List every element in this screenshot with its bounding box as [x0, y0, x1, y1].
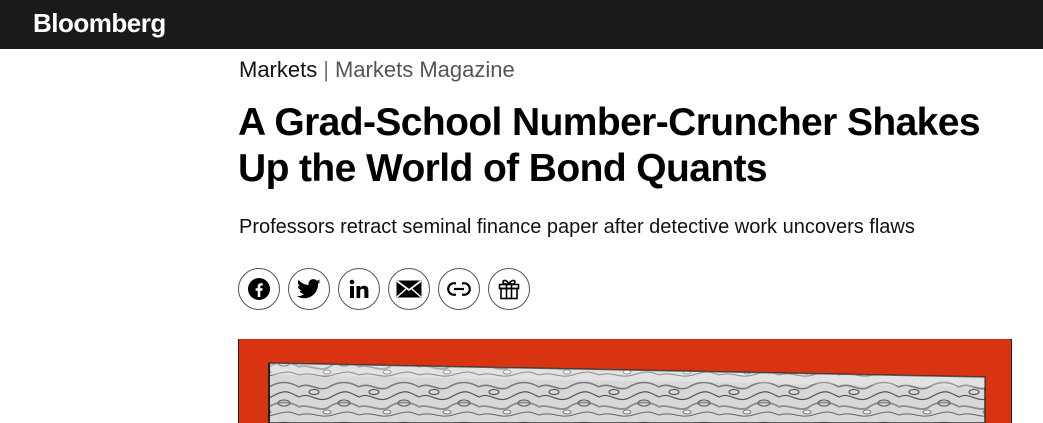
- top-navigation-bar: Bloomberg: [0, 0, 1043, 49]
- share-buttons-row: [238, 268, 530, 310]
- breadcrumb: Markets | Markets Magazine: [239, 57, 515, 83]
- twitter-icon: [297, 278, 321, 300]
- breadcrumb-markets-link[interactable]: Markets: [239, 57, 317, 82]
- share-linkedin-button[interactable]: [338, 268, 380, 310]
- marbled-bar-illustration: [268, 362, 986, 423]
- hero-image: [238, 339, 1012, 423]
- copy-link-button[interactable]: [438, 268, 480, 310]
- breadcrumb-separator: |: [323, 57, 329, 82]
- article-deck: Professors retract seminal finance paper…: [239, 216, 915, 238]
- linkedin-icon: [349, 279, 369, 299]
- article-headline: A Grad-School Number-Cruncher Shakes Up …: [238, 101, 981, 190]
- share-twitter-button[interactable]: [288, 268, 330, 310]
- bloomberg-logo[interactable]: Bloomberg: [33, 8, 166, 38]
- share-facebook-button[interactable]: [238, 268, 280, 310]
- email-icon: [396, 280, 422, 298]
- breadcrumb-markets-magazine-link[interactable]: Markets Magazine: [335, 57, 515, 82]
- share-email-button[interactable]: [388, 268, 430, 310]
- gift-article-button[interactable]: [488, 268, 530, 310]
- gift-icon: [497, 277, 521, 301]
- facebook-icon: [247, 277, 271, 301]
- link-icon: [447, 282, 471, 296]
